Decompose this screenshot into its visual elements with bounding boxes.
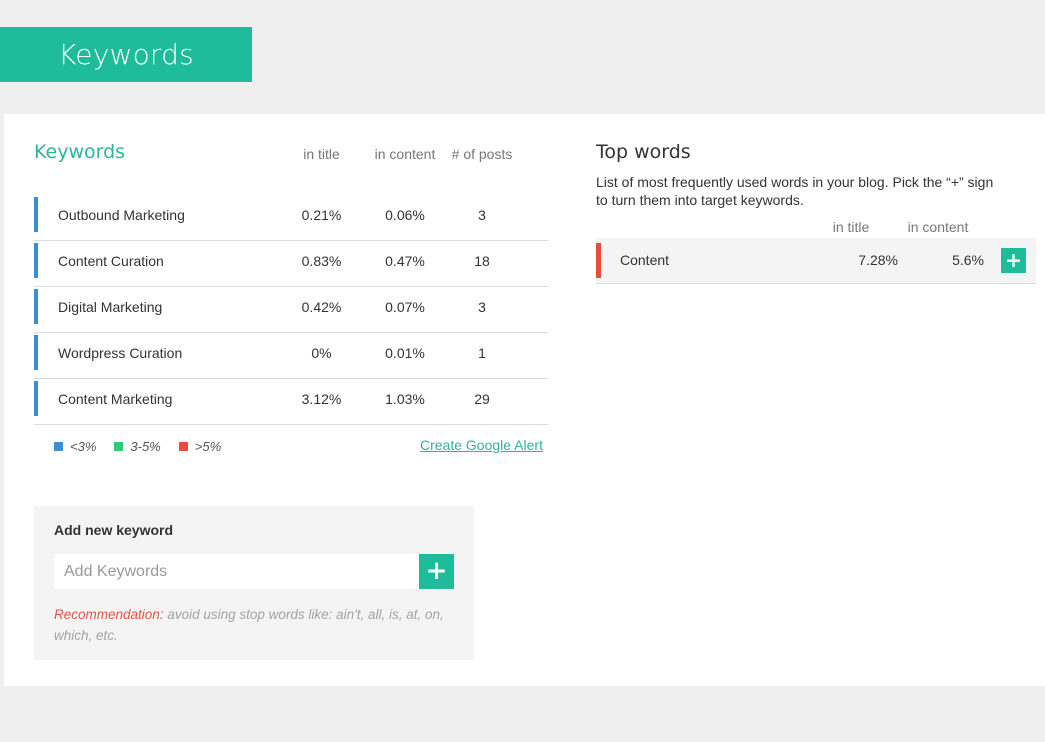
legend-label-high: >5% [194,439,222,454]
col-header-in-title: in title [303,146,340,162]
add-keyword-button[interactable]: + [419,554,454,589]
table-row[interactable]: Outbound Marketing 0.21% 0.06% 3 [34,195,548,241]
keyword-posts: 29 [474,391,490,407]
table-row[interactable]: Content Marketing 3.12% 1.03% 29 [34,379,548,425]
top-words-col-in-title: in title [832,219,870,235]
page-header-banner: Keywords [0,27,252,82]
keyword-in-content: 0.06% [385,207,425,223]
keyword-in-title: 0% [311,345,332,361]
top-word-in-content: 5.6% [952,252,984,268]
keyword-in-content: 1.03% [385,391,425,407]
create-google-alert-link[interactable]: Create Google Alert [420,437,543,453]
row-indicator-bar [34,335,38,370]
keyword-in-title: 0.83% [301,253,342,269]
add-keyword-input[interactable] [54,554,439,589]
keyword-in-title: 0.42% [301,299,342,315]
legend-item-low: <3% [54,439,96,454]
top-words-title: Top words [596,141,691,163]
col-header-in-content: in content [374,146,436,162]
keywords-table: Outbound Marketing 0.21% 0.06% 3 Content… [34,195,548,425]
density-legend: <3% 3-5% >5% [54,439,221,454]
legend-item-mid: 3-5% [114,439,161,454]
table-row[interactable]: Wordpress Curation 0% 0.01% 1 [34,333,548,379]
recommendation-note: Recommendation: avoid using stop words l… [54,604,454,646]
top-word-in-title: 7.28% [858,252,898,268]
keyword-in-content: 0.47% [385,253,425,269]
legend-swatch-high [178,442,188,451]
keyword-in-title: 3.12% [301,391,342,407]
legend-item-high: >5% [178,439,222,454]
add-top-word-button[interactable]: + [1001,248,1026,273]
legend-label-mid: 3-5% [130,439,161,454]
keyword-posts: 3 [478,207,486,223]
legend-swatch-mid [114,442,124,451]
table-row[interactable]: Digital Marketing 0.42% 0.07% 3 [34,287,548,333]
recommendation-label: Recommendation: [54,607,164,622]
row-indicator-bar [34,197,38,232]
keyword-in-title: 0.21% [301,207,342,223]
row-indicator-bar [34,243,38,278]
row-indicator-bar [34,289,38,324]
keyword-in-content: 0.01% [385,345,425,361]
keywords-title: Keywords [34,141,126,163]
top-words-description: List of most frequently used words in yo… [596,174,994,208]
main-panel: Keywords in title in content # of posts … [4,114,1045,686]
top-word-row: Content 7.28% 5.6% + [596,238,1036,284]
add-keyword-title: Add new keyword [54,522,174,538]
legend-label-low: <3% [70,439,97,454]
keyword-name: Content Marketing [58,391,173,407]
legend-swatch-low [54,442,63,451]
row-indicator-bar [34,381,38,416]
top-words-col-in-content: in content [907,219,969,235]
keyword-posts: 18 [474,253,490,269]
row-indicator-bar [596,243,601,278]
keyword-posts: 3 [478,299,486,315]
keyword-name: Content Curation [58,253,164,269]
keyword-name: Wordpress Curation [58,345,183,361]
add-keyword-box: Add new keyword + Recommendation: avoid … [34,506,474,660]
top-word-name: Content [620,252,670,268]
col-header-posts: # of posts [451,146,513,162]
keyword-in-content: 0.07% [385,299,425,315]
keyword-name: Digital Marketing [58,299,163,315]
keyword-name: Outbound Marketing [58,207,185,223]
table-row[interactable]: Content Curation 0.83% 0.47% 18 [34,241,548,287]
keyword-posts: 1 [478,345,486,361]
